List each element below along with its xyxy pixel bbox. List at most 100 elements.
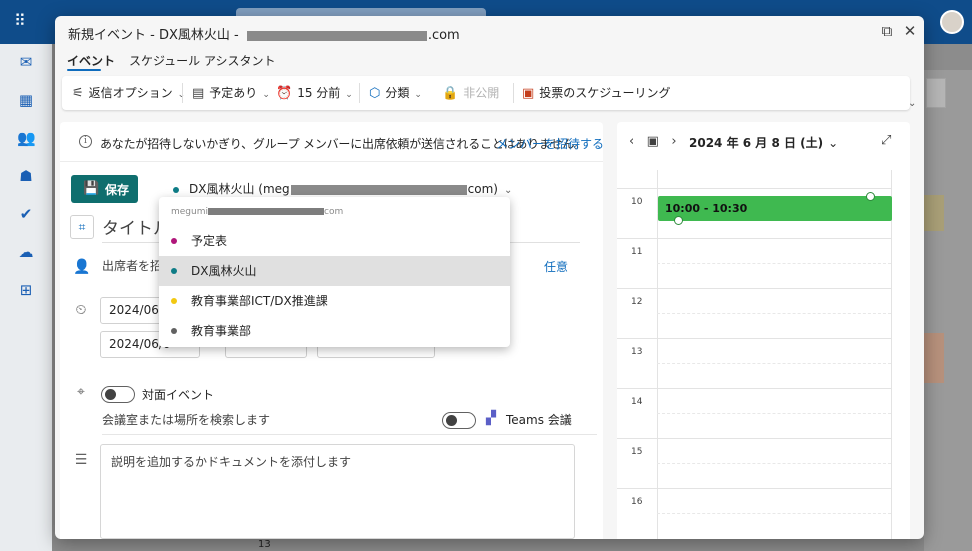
today-icon[interactable]: ▣ [647,134,659,149]
categorize-button[interactable]: ⬡ 分類 ⌄ [369,84,422,102]
grid-line [617,488,891,489]
dropdown-item-label: 予定表 [191,234,228,248]
calendar-color-dot [171,328,177,334]
grid-line [657,463,891,464]
resize-handle-top[interactable] [866,192,875,201]
dropdown-item-label: 教育事業部 [191,324,252,338]
calendar-color-dot [171,298,177,304]
app-launcher-icon[interactable]: ⠿ [14,13,26,29]
grid-line [657,170,658,539]
popout-icon[interactable]: ⧉ [877,21,897,41]
hour-label: 10 [631,197,643,207]
clock-icon: ⏲ [75,302,87,318]
invite-members-link[interactable]: メンバーを招待する [496,135,604,152]
chevron-down-icon[interactable]: ⌄ [908,98,916,109]
hour-label: 16 [631,497,643,507]
teams-icon: ▞ [486,411,496,426]
toolbar-divider [359,83,360,103]
calendar-picker-email-suffix: com) [467,182,498,196]
toolbar: ⚟ 返信オプション ⌄ ▤ 予定あり ⌄ ⏰ 15 分前 ⌄ ⬡ 分類 ⌄ 🔒 非公開 ▣ 投票のス… [62,76,910,110]
chevron-left-icon[interactable]: ‹ [629,134,634,149]
apps-icon[interactable]: ⊞ [17,282,35,298]
draft-event-block[interactable]: 10:00 - 10:30 [658,196,892,221]
description-editor[interactable]: 説明を追加するかドキュメントを添付します [100,444,575,539]
reply-options-label: 返信オプション [88,86,173,100]
grid-line [617,238,891,239]
dialog-title-suffix: .com [427,28,460,43]
add-attendee-icon: 👤 [73,259,91,275]
description-placeholder: 説明を追加するかドキュメントを添付します [111,455,352,469]
tab-scheduling-assistant[interactable]: スケジュール アシスタント [129,52,276,69]
save-button[interactable]: 💾 保存 [71,175,138,203]
calendar-date-label[interactable]: 2024 年 6 月 8 日 (土) ⌄ [689,134,838,151]
grid-line [657,363,891,364]
people-icon[interactable]: 👥 [17,130,36,146]
active-tab-indicator [67,69,101,71]
calendar-icon[interactable]: ▦ [17,92,35,108]
grid-line [657,263,891,264]
close-icon[interactable]: ✕ [900,21,920,41]
toolbar-divider [182,83,183,103]
chevron-right-icon[interactable]: › [671,134,676,149]
avatar[interactable] [940,10,964,34]
dropdown-item-ict[interactable]: 教育事業部ICT/DX推進課 [159,286,510,316]
location-pin-icon: ⌖ [77,384,85,400]
background-dropdown [926,78,946,108]
hour-label: 12 [631,297,643,307]
teams-meeting-toggle[interactable] [442,412,476,429]
reminder-button[interactable]: ⏰ 15 分前 ⌄ [276,84,353,102]
tab-event[interactable]: イベント [67,52,115,69]
app-rail: ✉ ▦ 👥 ☗ ✔ ☁ ⊞ [0,44,52,551]
grid-line [617,188,891,189]
chevron-down-icon: ⌄ [262,90,270,100]
background-event [922,195,944,231]
expand-icon[interactable]: ⤢ [881,133,891,148]
reply-options-button[interactable]: ⚟返信オプション⌄ [72,84,185,102]
calendar-color-dot [171,238,177,244]
divider [102,434,597,435]
hour-label: 14 [631,397,643,407]
grid-line [617,388,891,389]
optional-attendees-link[interactable]: 任意 [544,258,568,275]
chevron-down-icon: ⌄ [414,90,422,100]
poll-calendar-icon: ▣ [522,86,535,101]
day-calendar-pane: ‹ ▣ › 2024 年 6 月 8 日 (土) ⌄ ⤢ 10 11 12 13 … [617,122,910,539]
title-options-icon[interactable]: ⌗ [70,215,94,239]
busy-status-icon: ▤ [192,86,205,101]
show-as-label: 予定あり [209,86,258,100]
dropdown-item-dept[interactable]: 教育事業部 [159,316,510,346]
scheduling-poll-button[interactable]: ▣ 投票のスケジューリング [522,84,670,102]
dropdown-account-prefix: megumi [171,207,208,217]
chevron-down-icon: ⌄ [503,185,513,196]
info-bar: i あなたが招待しないかぎり、グループ メンバーに出席依頼が送信されることはあり… [60,122,604,162]
mail-icon[interactable]: ✉ [17,54,35,70]
grid-line [657,413,891,414]
info-icon: i [79,135,92,148]
background-day-number: 13 [258,539,271,550]
dialog-title-prefix: 新規イベント - DX風林火山 - [68,28,243,43]
calendar-picker[interactable]: DX風林火山 (meg com) ⌄ [173,180,512,198]
groups-icon[interactable]: ☗ [17,168,35,184]
dropdown-account-header: megumi com [171,207,343,217]
lock-icon: 🔒 [442,86,459,101]
redacted-email [208,208,324,215]
dropdown-item-calendar[interactable]: 予定表 [159,226,510,256]
day-grid: 10 11 12 13 14 15 16 10:00 - 10:30 [617,170,910,539]
room-search-input[interactable]: 会議室または場所を検索します [102,411,432,428]
todo-icon[interactable]: ✔ [17,206,35,222]
toolbar-divider [513,83,514,103]
calendar-date-text: 2024 年 6 月 8 日 (土) [689,136,824,150]
onedrive-icon[interactable]: ☁ [17,244,35,260]
reply-options-icon: ⚟ [72,86,84,101]
in-person-toggle[interactable] [101,386,135,403]
hour-label: 11 [631,247,643,257]
dropdown-item-dx[interactable]: DX風林火山 [159,256,510,286]
dialog-title: 新規イベント - DX風林火山 - .com [68,24,460,43]
resize-handle-bottom[interactable] [674,216,683,225]
show-as-button[interactable]: ▤ 予定あり ⌄ [192,84,270,102]
attendees-input[interactable]: 出席者を招 [102,257,162,274]
private-button[interactable]: 🔒 非公開 [442,84,499,102]
floppy-icon: 💾 [83,181,100,196]
alarm-clock-icon: ⏰ [276,86,293,101]
background-calendar-column [924,70,972,551]
